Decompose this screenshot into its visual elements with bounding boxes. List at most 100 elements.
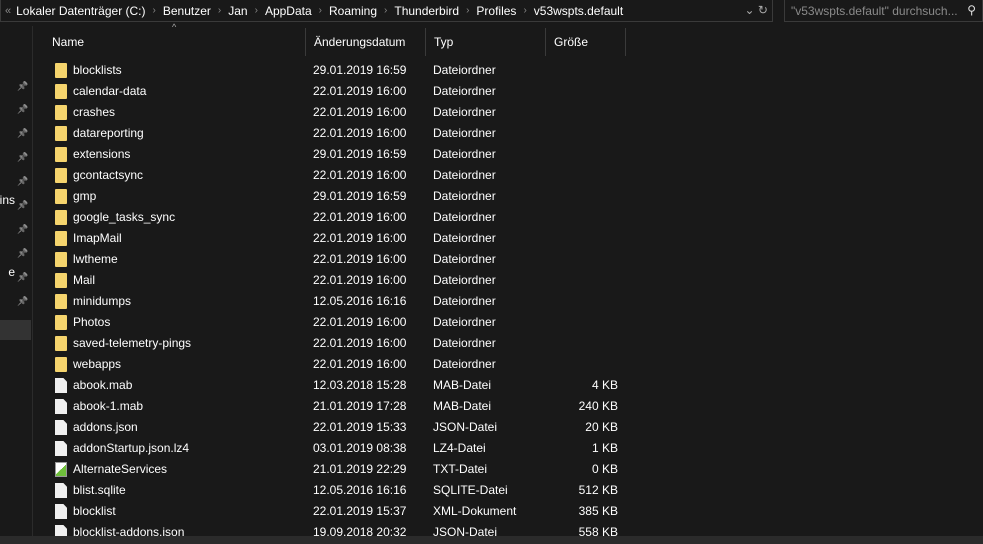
file-name: Mail bbox=[73, 273, 96, 287]
folder-icon bbox=[55, 315, 67, 330]
column-type[interactable]: Typ bbox=[426, 28, 546, 56]
file-row[interactable]: AlternateServices 21.01.2019 22:29 TXT-D… bbox=[44, 459, 644, 480]
pin-icon: 📌 bbox=[17, 128, 29, 138]
breadcrumb-separator-icon[interactable]: › bbox=[218, 5, 221, 16]
breadcrumb-item[interactable]: Roaming bbox=[329, 4, 377, 18]
nav-item-label[interactable]: ains bbox=[0, 193, 15, 207]
pin-icon: 📌 bbox=[17, 224, 29, 234]
file-name: Photos bbox=[73, 315, 111, 329]
breadcrumb-separator-icon[interactable]: › bbox=[319, 5, 322, 16]
file-date: 22.01.2019 15:33 bbox=[313, 420, 407, 434]
file-icon bbox=[55, 483, 67, 498]
file-name: datareporting bbox=[73, 126, 144, 140]
folder-icon bbox=[55, 210, 67, 225]
file-row[interactable]: ImapMail 22.01.2019 16:00 Dateiordner bbox=[44, 228, 644, 249]
file-name: abook-1.mab bbox=[73, 399, 144, 413]
breadcrumb-separator-icon[interactable]: › bbox=[523, 5, 526, 16]
file-row[interactable]: blocklists 29.01.2019 16:59 Dateiordner bbox=[44, 60, 644, 81]
file-date: 22.01.2019 15:37 bbox=[313, 504, 407, 518]
navigation-pane[interactable]: ains e 📌 📌 📌 📌 📌 📌 📌 📌 📌 📌 bbox=[0, 26, 33, 544]
file-row[interactable]: saved-telemetry-pings 22.01.2019 16:00 D… bbox=[44, 333, 644, 354]
file-date: 03.01.2019 08:38 bbox=[313, 441, 407, 455]
file-date: 21.01.2019 22:29 bbox=[313, 462, 407, 476]
file-row[interactable]: extensions 29.01.2019 16:59 Dateiordner bbox=[44, 144, 644, 165]
file-row[interactable]: blist.sqlite 12.05.2016 16:16 SQLITE-Dat… bbox=[44, 480, 644, 501]
pin-icon: 📌 bbox=[17, 104, 29, 114]
file-row[interactable]: Mail 22.01.2019 16:00 Dateiordner bbox=[44, 270, 644, 291]
nav-item-label[interactable]: e bbox=[8, 265, 15, 279]
file-type: JSON-Datei bbox=[433, 420, 498, 434]
file-row[interactable]: addons.json 22.01.2019 15:33 JSON-Datei … bbox=[44, 417, 644, 438]
search-icon[interactable]: ⚲ bbox=[967, 3, 976, 17]
pin-icon: 📌 bbox=[17, 272, 29, 282]
file-row[interactable]: minidumps 12.05.2016 16:16 Dateiordner bbox=[44, 291, 644, 312]
file-row[interactable]: abook-1.mab 21.01.2019 17:28 MAB-Datei 2… bbox=[44, 396, 644, 417]
file-row[interactable]: blocklist 22.01.2019 15:37 XML-Dokument … bbox=[44, 501, 644, 522]
file-date: 29.01.2019 16:59 bbox=[313, 63, 407, 77]
file-date: 29.01.2019 16:59 bbox=[313, 189, 407, 203]
breadcrumb-separator-icon[interactable]: › bbox=[466, 5, 469, 16]
file-row[interactable]: lwtheme 22.01.2019 16:00 Dateiordner bbox=[44, 249, 644, 270]
folder-icon bbox=[55, 336, 67, 351]
dropdown-refresh-icons[interactable]: ⌄ ↻ bbox=[745, 3, 768, 17]
address-bar[interactable]: « Lokaler Datenträger (C:) › Benutzer › Jan ›… bbox=[0, 0, 773, 22]
folder-icon bbox=[55, 189, 67, 204]
pin-icon: 📌 bbox=[17, 81, 29, 91]
file-row[interactable]: abook.mab 12.03.2018 15:28 MAB-Datei 4 K… bbox=[44, 375, 644, 396]
file-date: 22.01.2019 16:00 bbox=[313, 126, 407, 140]
breadcrumb-separator-icon[interactable]: › bbox=[153, 5, 156, 16]
search-placeholder: "v53wspts.default" durchsuch... bbox=[791, 4, 958, 18]
file-name: crashes bbox=[73, 105, 116, 119]
file-type: Dateiordner bbox=[433, 273, 496, 287]
selected-nav-item[interactable] bbox=[0, 320, 31, 340]
overflow-chevron-icon[interactable]: « bbox=[5, 5, 11, 17]
folder-icon bbox=[55, 273, 67, 288]
file-type: Dateiordner bbox=[433, 210, 496, 224]
pin-icon: 📌 bbox=[17, 200, 29, 210]
folder-icon bbox=[55, 231, 67, 246]
breadcrumb-item[interactable]: Thunderbird bbox=[394, 4, 459, 18]
file-icon bbox=[55, 504, 67, 519]
file-date: 22.01.2019 16:00 bbox=[313, 231, 407, 245]
file-name: saved-telemetry-pings bbox=[73, 336, 192, 350]
file-name: abook.mab bbox=[73, 378, 133, 392]
file-type: Dateiordner bbox=[433, 336, 496, 350]
column-size[interactable]: Größe bbox=[546, 28, 626, 56]
file-row[interactable]: addonStartup.json.lz4 03.01.2019 08:38 L… bbox=[44, 438, 644, 459]
file-row[interactable]: google_tasks_sync 22.01.2019 16:00 Datei… bbox=[44, 207, 644, 228]
breadcrumb-item[interactable]: Lokaler Datenträger (C:) bbox=[16, 4, 145, 18]
search-input[interactable]: "v53wspts.default" durchsuch... ⚲ bbox=[784, 0, 983, 22]
folder-icon bbox=[55, 147, 67, 162]
breadcrumb-item[interactable]: AppData bbox=[265, 4, 312, 18]
file-row[interactable]: Photos 22.01.2019 16:00 Dateiordner bbox=[44, 312, 644, 333]
file-type: Dateiordner bbox=[433, 168, 496, 182]
file-name: addonStartup.json.lz4 bbox=[73, 441, 190, 455]
file-type: Dateiordner bbox=[433, 294, 496, 308]
file-row[interactable]: gcontactsync 22.01.2019 16:00 Dateiordne… bbox=[44, 165, 644, 186]
column-date[interactable]: Änderungsdatum bbox=[306, 28, 426, 56]
pin-icon: 📌 bbox=[17, 176, 29, 186]
file-name: lwtheme bbox=[73, 252, 118, 266]
column-name[interactable]: Name bbox=[44, 28, 306, 56]
folder-icon bbox=[55, 357, 67, 372]
file-name: AlternateServices bbox=[73, 462, 168, 476]
horizontal-scrollbar[interactable] bbox=[0, 536, 983, 544]
breadcrumb-item[interactable]: Jan bbox=[228, 4, 247, 18]
file-type: Dateiordner bbox=[433, 189, 496, 203]
column-header: ^ Name Änderungsdatum Typ Größe bbox=[44, 22, 983, 56]
breadcrumb-item[interactable]: Benutzer bbox=[163, 4, 211, 18]
breadcrumb-item[interactable]: Profiles bbox=[476, 4, 516, 18]
file-date: 12.03.2018 15:28 bbox=[313, 378, 407, 392]
file-date: 12.05.2016 16:16 bbox=[313, 294, 407, 308]
file-row[interactable]: webapps 22.01.2019 16:00 Dateiordner bbox=[44, 354, 644, 375]
breadcrumb-item[interactable]: v53wspts.default bbox=[534, 4, 623, 18]
breadcrumb-separator-icon[interactable]: › bbox=[255, 5, 258, 16]
file-row[interactable]: calendar-data 22.01.2019 16:00 Dateiordn… bbox=[44, 81, 644, 102]
folder-icon bbox=[55, 126, 67, 141]
file-row[interactable]: gmp 29.01.2019 16:59 Dateiordner bbox=[44, 186, 644, 207]
pin-icon: 📌 bbox=[17, 248, 29, 258]
breadcrumb-separator-icon[interactable]: › bbox=[384, 5, 387, 16]
file-row[interactable]: datareporting 22.01.2019 16:00 Dateiordn… bbox=[44, 123, 644, 144]
file-name: ImapMail bbox=[73, 231, 122, 245]
file-row[interactable]: crashes 22.01.2019 16:00 Dateiordner bbox=[44, 102, 644, 123]
